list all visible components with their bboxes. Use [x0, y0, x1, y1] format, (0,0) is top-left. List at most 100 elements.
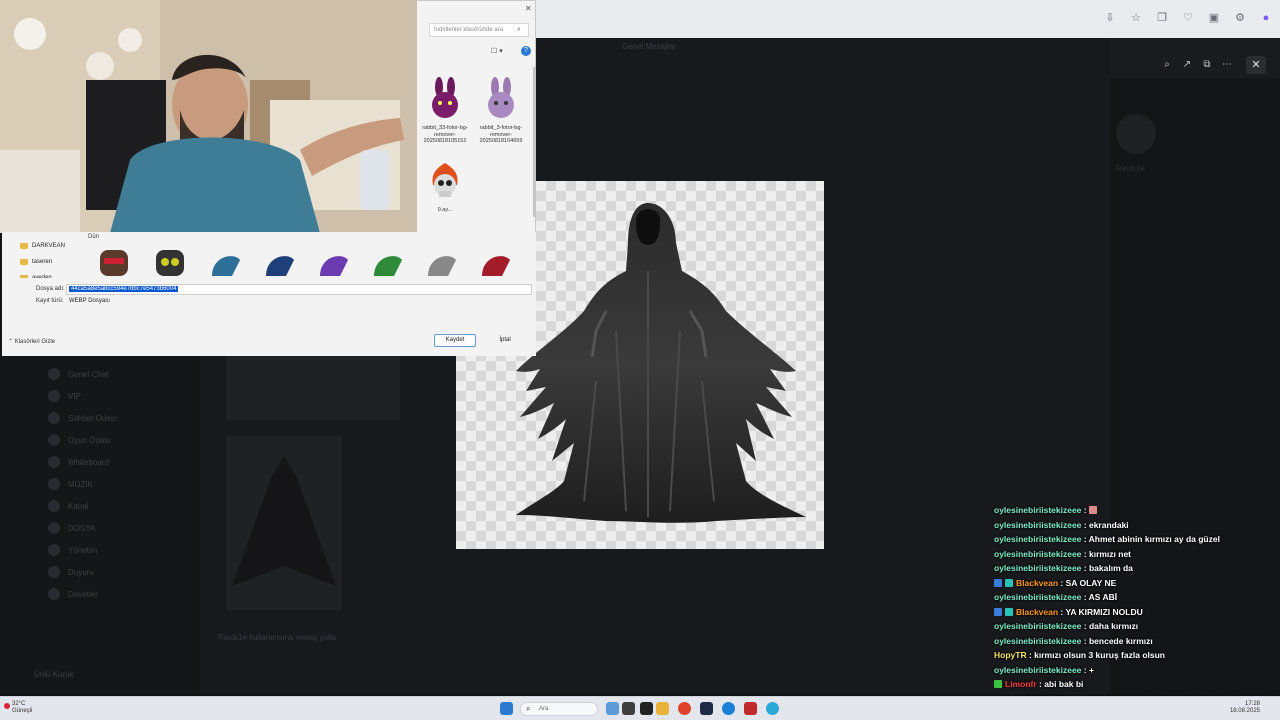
chat-username[interactable]: oylesinebiriistekizeee — [994, 505, 1081, 515]
chat-username[interactable]: HopyTR — [994, 650, 1027, 660]
webcam-feed — [0, 0, 417, 233]
taskbar-search[interactable]: Ara — [520, 702, 598, 716]
weather-icon — [4, 703, 10, 709]
tree-item[interactable]: DARKVEAN — [16, 238, 86, 254]
media-icon[interactable] — [640, 702, 653, 715]
chat-username[interactable]: oylesinebiriistekizeee — [994, 592, 1081, 602]
collections-icon[interactable]: ▣ — [1208, 12, 1220, 24]
zoom-icon[interactable]: ⌕ — [1160, 58, 1174, 72]
helmet-green-icon[interactable] — [366, 246, 406, 280]
chat-username[interactable]: Blackvean — [1016, 607, 1058, 617]
search-input[interactable]: İndirilenler klasöründe ara — [429, 23, 529, 37]
chrome-icon[interactable] — [678, 702, 691, 715]
chat-text: : abi bak bi — [1036, 679, 1084, 689]
message-input[interactable]: Ravik1e kullanıcısına mesaj yolla — [218, 633, 336, 642]
channel-item[interactable]: Sohbet Odası — [68, 414, 117, 423]
share-icon[interactable]: ↗ — [1180, 58, 1194, 72]
help-icon[interactable]: ? — [521, 46, 531, 56]
channel-item[interactable]: Genel Chat — [68, 370, 108, 379]
channel-item[interactable]: Duyuru — [68, 568, 94, 577]
chat-message: Blackvean : YA KIRMIZI NOLDU — [994, 605, 1280, 620]
view-options-icon[interactable]: ☐ ▾ — [491, 47, 503, 55]
extensions-icon[interactable]: ⚙ — [1234, 12, 1246, 24]
file-explorer-icon[interactable] — [656, 702, 669, 715]
obs-icon[interactable] — [744, 702, 757, 715]
tree-item[interactable]: taseren — [16, 254, 86, 270]
chat-message: Limonfr : abi bak bi — [994, 677, 1280, 692]
edge-icon[interactable] — [722, 702, 735, 715]
close-viewer-button[interactable]: ✕ — [1246, 56, 1266, 74]
chat-message: oylesinebiriistekizeee : ekrandaki — [994, 518, 1280, 533]
channel-item[interactable]: Oyun Odası — [68, 436, 111, 445]
file-item[interactable]: rabbit_33-fotor-bg-remover-2025081810515… — [419, 77, 471, 145]
skull-mask-icon[interactable] — [150, 246, 190, 280]
chat-message: oylesinebiriistekizeee : + — [994, 663, 1280, 678]
chat-username[interactable]: oylesinebiriistekizeee — [994, 563, 1081, 573]
browser-icon[interactable] — [766, 702, 779, 715]
filename-field[interactable]: 44ca5a8e5a8cc594e78bc7e5473b6004 — [66, 284, 532, 295]
hide-folders-toggle[interactable]: ⌃ Klasörleri Gizle — [8, 338, 55, 345]
chat-username[interactable]: Blackvean — [1016, 578, 1058, 588]
prime-badge-icon — [994, 578, 1002, 587]
start-icon[interactable] — [500, 702, 513, 715]
file-name: rabbit_3-fotor-bg-remover-2025081810465​… — [479, 125, 523, 144]
copilot-icon[interactable]: ● — [1260, 12, 1272, 24]
save-button[interactable]: Kaydet — [434, 334, 476, 347]
file-item[interactable]: rabbit_3-fotor-bg-remover-2025081810465​… — [475, 77, 527, 145]
widgets-icon[interactable] — [606, 702, 619, 715]
more-icon[interactable]: ⋯ — [1220, 58, 1234, 72]
channel-item[interactable]: Kanal — [68, 502, 88, 511]
sub-badge-icon — [1005, 607, 1013, 616]
weather-temp: 32°C — [12, 701, 26, 707]
download-icon[interactable]: ⇩ — [1104, 12, 1116, 24]
chat-username[interactable]: Limonfr — [1005, 679, 1037, 689]
chat-username[interactable]: oylesinebiriistekizeee — [994, 636, 1081, 646]
channel-item[interactable]: MÜZİK — [68, 480, 93, 489]
channel-item[interactable]: Davetler — [68, 590, 98, 599]
helmet-gray-icon[interactable] — [420, 246, 460, 280]
chat-username[interactable]: oylesinebiriistekizeee — [994, 665, 1081, 675]
user-label: Ünlü Kuruk — [34, 670, 74, 679]
avatar — [48, 588, 60, 600]
channel-item[interactable]: Yönetim — [68, 546, 97, 555]
clock-time: 17:28 — [1244, 701, 1260, 707]
cancel-button[interactable]: İptal — [484, 334, 526, 347]
helmet-icon[interactable] — [94, 246, 134, 280]
profile-name: Ravik1e — [1116, 164, 1145, 173]
attachment-thumbnail[interactable] — [226, 436, 342, 610]
star-icon[interactable]: ☆ — [1130, 12, 1142, 24]
weather-widget[interactable]: 32°C Güneşli — [12, 701, 32, 715]
chat-message: oylesinebiriistekizeee : Ahmet abinin kı… — [994, 532, 1280, 547]
attachment-thumbnail[interactable] — [226, 356, 400, 420]
chat-username[interactable]: oylesinebiriistekizeee — [994, 534, 1081, 544]
channel-item[interactable]: VIP — [68, 392, 81, 401]
avatar — [48, 456, 60, 468]
chat-username[interactable]: oylesinebiriistekizeee — [994, 621, 1081, 631]
scrollbar[interactable] — [533, 67, 536, 217]
steam-icon[interactable] — [700, 702, 713, 715]
close-icon[interactable]: ✕ — [525, 4, 532, 13]
channel-item[interactable]: DOSYA — [68, 524, 95, 533]
filetype-label: Kayıt türü: — [36, 298, 64, 304]
helmet-red-icon[interactable] — [474, 246, 514, 280]
helmet-blue-icon[interactable] — [204, 246, 244, 280]
tab-icon[interactable]: ❐ — [1156, 12, 1168, 24]
chat-username[interactable]: oylesinebiriistekizeee — [994, 549, 1081, 559]
open-external-icon[interactable]: ⧉ — [1200, 58, 1214, 72]
task-view-icon[interactable] — [622, 702, 635, 715]
favorites-icon[interactable]: ♡ — [1182, 12, 1194, 24]
rabbit-thumbnail — [432, 77, 458, 118]
avatar — [48, 390, 60, 402]
helmet-purple-icon[interactable] — [312, 246, 352, 280]
channel-item[interactable]: Whiteboard — [68, 458, 109, 467]
weather-desc: Güneşli — [12, 708, 33, 714]
filetype-select[interactable]: WEBP Dosyası — [66, 296, 532, 307]
chat-header-title: Genel Mesajlar — [622, 42, 676, 51]
chat-text: : + — [1081, 664, 1094, 675]
helmet-navy-icon[interactable] — [258, 246, 298, 280]
chat-username[interactable]: oylesinebiriistekizeee — [994, 520, 1081, 530]
avatar — [48, 434, 60, 446]
tree-item[interactable]: ayeden — [16, 270, 86, 278]
file-item[interactable]: 9.ay... — [419, 161, 471, 214]
clock[interactable]: 17:28 18.08.2025 — [1230, 701, 1260, 715]
